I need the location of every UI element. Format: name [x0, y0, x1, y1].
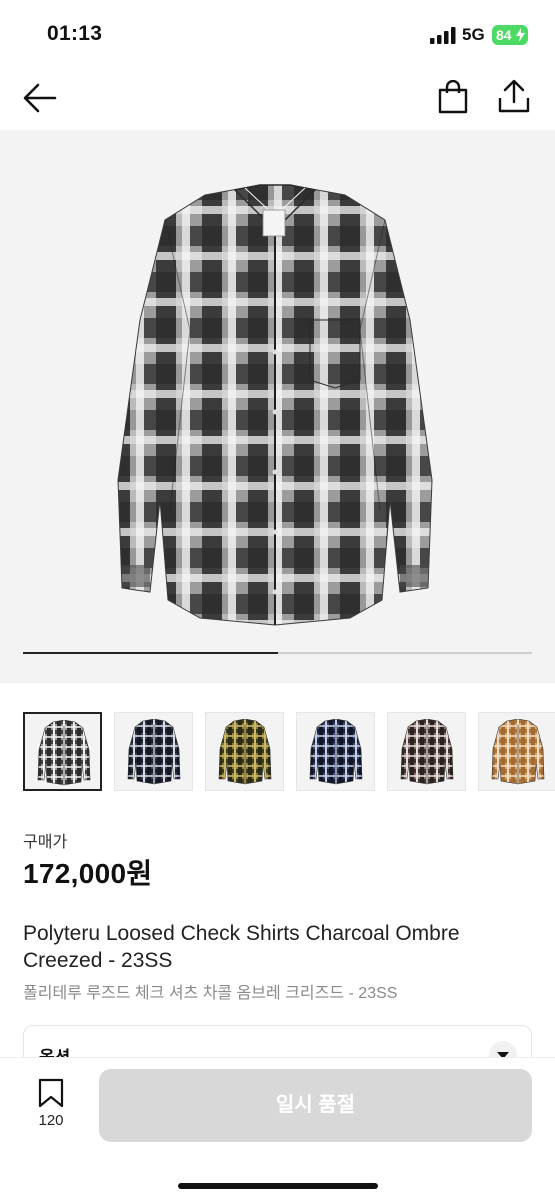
- price-label: 구매가: [23, 834, 68, 851]
- battery-indicator: 84: [492, 25, 528, 45]
- thumbnail-shirt-image: [309, 719, 363, 785]
- thumbnail-shirt-image: [218, 719, 272, 785]
- thumbnail-shirt-image: [491, 719, 545, 785]
- product-image-gallery[interactable]: [0, 130, 555, 683]
- thumbnail-olive-check[interactable]: [205, 712, 284, 791]
- status-time: 01:13: [47, 22, 103, 45]
- thumbnail-brown-check[interactable]: [387, 712, 466, 791]
- color-thumbnail-list: [23, 712, 555, 792]
- product-title-korean: 폴리테루 루즈드 체크 셔츠 차콜 옴브레 크리즈드 - 23SS: [23, 985, 398, 1002]
- share-button[interactable]: [497, 78, 531, 114]
- nav-bar: [0, 70, 555, 130]
- back-button[interactable]: [22, 82, 58, 114]
- home-indicator: [178, 1183, 378, 1189]
- bookmark-button[interactable]: 120: [30, 1078, 72, 1134]
- thumbnail-shirt-image: [400, 719, 454, 785]
- shopping-bag-button[interactable]: [437, 79, 469, 114]
- thumbnail-navy-check[interactable]: [114, 712, 193, 791]
- arrow-left-icon: [23, 83, 57, 113]
- thumbnail-navy-blue-check[interactable]: [296, 712, 375, 791]
- signal-icon: [430, 27, 456, 44]
- status-bar: 01:13 5G 84: [0, 0, 555, 70]
- product-title: Polyteru Loosed Check Shirts Charcoal Om…: [23, 922, 460, 972]
- bottom-action-bar: 120 일시 품절: [0, 1058, 555, 1200]
- thumbnail-shirt-image: [127, 719, 181, 785]
- shopping-bag-icon: [438, 79, 468, 114]
- gallery-progress-fill: [23, 652, 278, 654]
- thumbnail-charcoal-ombre[interactable]: [23, 712, 102, 791]
- price-value: 172,000원: [23, 858, 153, 889]
- bookmark-icon: [38, 1078, 64, 1108]
- bookmark-count: 120: [38, 1112, 64, 1129]
- thumbnail-tan-check[interactable]: [478, 712, 555, 791]
- charging-bolt-icon: [516, 28, 525, 42]
- thumbnail-shirt-image: [37, 720, 91, 786]
- share-icon: [498, 79, 530, 113]
- network-label: 5G: [462, 25, 485, 44]
- gallery-progress-track: [23, 652, 532, 654]
- battery-level: 84: [496, 27, 512, 43]
- product-image: [117, 184, 433, 626]
- sold-out-button[interactable]: 일시 품절: [99, 1069, 532, 1142]
